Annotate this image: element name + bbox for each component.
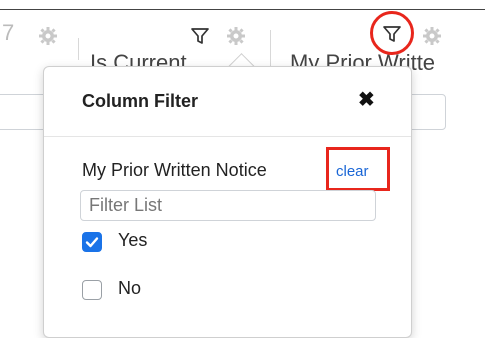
filter-field-label: My Prior Written Notice bbox=[82, 160, 267, 180]
gear-icon[interactable] bbox=[226, 26, 246, 46]
column-filter-input[interactable] bbox=[0, 94, 48, 130]
gear-icon[interactable] bbox=[422, 26, 442, 46]
no-checkbox[interactable] bbox=[82, 280, 102, 300]
clear-link[interactable]: clear bbox=[336, 163, 369, 180]
column-separator bbox=[78, 38, 79, 60]
yes-checkbox[interactable] bbox=[82, 232, 102, 252]
column-separator bbox=[270, 30, 271, 70]
filter-list-input[interactable] bbox=[80, 190, 376, 221]
column-filter-popover: Column Filter ✖ My Prior Written Notice … bbox=[43, 66, 412, 338]
funnel-icon[interactable] bbox=[190, 26, 210, 46]
gear-icon[interactable] bbox=[38, 26, 58, 46]
option-label-no: No bbox=[118, 278, 142, 298]
close-icon[interactable]: ✖ bbox=[358, 89, 375, 111]
checkmark-icon bbox=[85, 237, 99, 248]
grid-top-border bbox=[0, 9, 485, 10]
partial-column-glyph: 7 bbox=[2, 20, 15, 45]
option-label-yes: Yes bbox=[118, 230, 148, 250]
filter-icon-highlight bbox=[370, 11, 414, 55]
popover-header: Column Filter ✖ bbox=[44, 67, 411, 137]
popover-title: Column Filter bbox=[82, 91, 198, 111]
